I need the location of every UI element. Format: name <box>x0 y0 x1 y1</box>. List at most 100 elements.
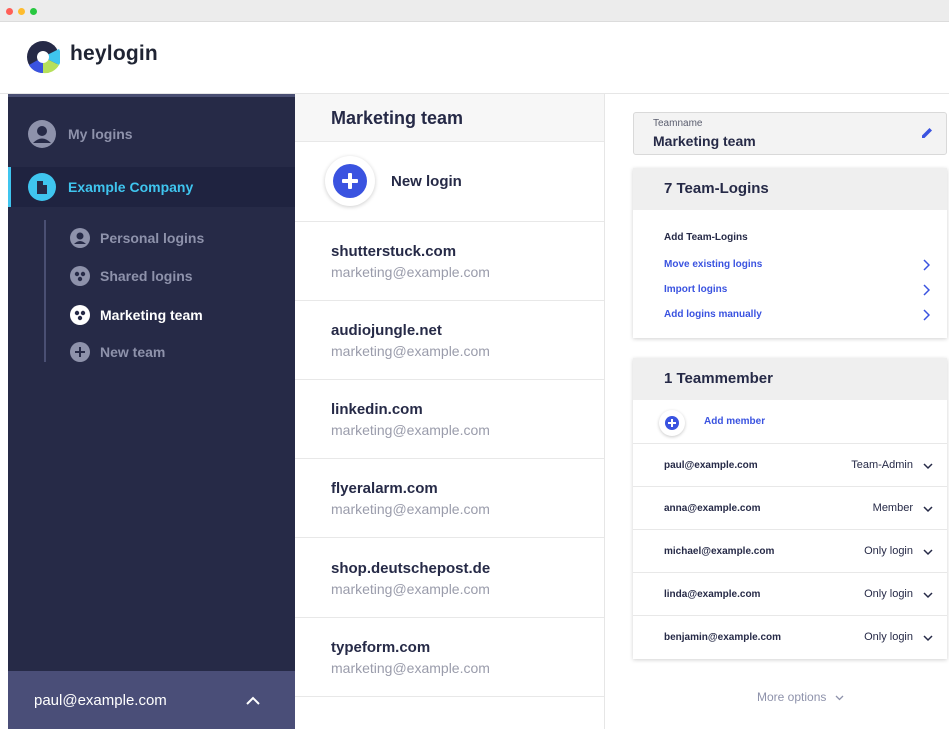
login-list-item[interactable]: flyeralarm.com marketing@example.com <box>295 459 604 538</box>
link-label: Move existing logins <box>664 259 763 270</box>
sidebar-item-label: New team <box>100 344 166 360</box>
login-domain: linkedin.com <box>331 401 423 418</box>
chevron-down-icon[interactable] <box>923 635 933 642</box>
brand-name: heylogin <box>70 42 158 65</box>
edit-pencil-icon[interactable] <box>920 126 934 140</box>
chevron-right-icon <box>923 284 930 296</box>
member-email: linda@example.com <box>664 589 761 600</box>
login-domain: typeform.com <box>331 639 431 656</box>
member-email: anna@example.com <box>664 503 761 514</box>
add-member-button[interactable]: Add member <box>633 400 947 444</box>
group-icon <box>70 305 90 325</box>
sidebar-item-personal-logins[interactable]: Personal logins <box>70 226 204 250</box>
sidebar-item-example-company[interactable]: Example Company <box>8 167 295 207</box>
chevron-down-icon[interactable] <box>923 506 933 513</box>
chevron-right-icon <box>923 309 930 321</box>
add-logins-manually-link[interactable]: Add logins manually <box>664 309 930 327</box>
member-email: michael@example.com <box>664 546 775 557</box>
sidebar-item-label: Shared logins <box>100 268 193 284</box>
chevron-down-icon <box>835 695 844 701</box>
plus-icon <box>333 164 367 198</box>
more-options-label: More options <box>757 690 827 704</box>
page-title: Marketing team <box>295 94 604 142</box>
import-logins-link[interactable]: Import logins <box>664 284 930 302</box>
app-window: heylogin My logins Example Company Perso… <box>0 0 949 729</box>
chevron-up-icon[interactable] <box>245 693 261 707</box>
login-list-item[interactable]: shop.deutschepost.de marketing@example.c… <box>295 539 604 618</box>
sidebar-item-label: Example Company <box>68 179 194 195</box>
login-username: marketing@example.com <box>331 581 490 597</box>
sidebar-top-divider <box>8 94 295 97</box>
teamname-field[interactable]: Teamname Marketing team <box>633 112 947 155</box>
chevron-down-icon[interactable] <box>923 549 933 556</box>
user-icon <box>70 228 90 248</box>
sidebar-item-my-logins[interactable]: My logins <box>8 114 295 154</box>
login-domain: shutterstuck.com <box>331 243 457 260</box>
login-username: marketing@example.com <box>331 264 490 280</box>
user-account-bar[interactable]: paul@example.com <box>8 671 295 729</box>
sidebar-item-label: Marketing team <box>100 307 203 323</box>
member-role-select[interactable]: Team-Admin <box>851 459 913 471</box>
team-logins-heading: 7 Team-Logins <box>633 168 947 210</box>
login-list-item[interactable]: linkedin.com marketing@example.com <box>295 380 604 459</box>
chevron-down-icon[interactable] <box>923 592 933 599</box>
sidebar-item-shared-logins[interactable]: Shared logins <box>70 264 193 288</box>
group-icon <box>70 266 90 286</box>
teamname-caption: Teamname <box>653 118 703 129</box>
plus-icon <box>665 416 679 430</box>
close-window-button[interactable] <box>6 8 13 15</box>
member-row: anna@example.com Member <box>633 487 947 530</box>
new-login-label: New login <box>391 173 462 190</box>
add-member-label: Add member <box>704 416 766 427</box>
member-row: benjamin@example.com Only login <box>633 616 947 659</box>
login-username: marketing@example.com <box>331 343 490 359</box>
member-role-select[interactable]: Member <box>873 502 913 514</box>
login-domain: flyeralarm.com <box>331 480 438 497</box>
member-row: paul@example.com Team-Admin <box>633 444 947 487</box>
plus-icon <box>70 342 90 362</box>
maximize-window-button[interactable] <box>30 8 37 15</box>
add-team-logins-heading: Add Team-Logins <box>664 232 748 243</box>
login-list-item[interactable]: shutterstuck.com marketing@example.com <box>295 222 604 301</box>
login-list-item[interactable]: audiojungle.net marketing@example.com <box>295 301 604 380</box>
sidebar-item-label: My logins <box>68 126 133 142</box>
member-role-select[interactable]: Only login <box>864 545 913 557</box>
add-circle-icon <box>659 410 685 436</box>
current-user-email: paul@example.com <box>34 691 167 709</box>
link-label: Add logins manually <box>664 309 762 320</box>
window-titlebar <box>0 0 949 22</box>
minimize-window-button[interactable] <box>18 8 25 15</box>
team-logins-card: 7 Team-Logins Add Team-Logins Move exist… <box>633 168 947 338</box>
login-username: marketing@example.com <box>331 501 490 517</box>
member-email: benjamin@example.com <box>664 632 782 643</box>
chevron-down-icon[interactable] <box>923 463 933 470</box>
login-username: marketing@example.com <box>331 422 490 438</box>
login-domain: audiojungle.net <box>331 322 442 339</box>
sidebar-item-marketing-team[interactable]: Marketing team <box>70 303 203 327</box>
member-row: michael@example.com Only login <box>633 530 947 573</box>
add-circle-icon <box>325 156 375 206</box>
logins-list-panel: Marketing team New login shutterstuck.co… <box>295 94 605 729</box>
heylogin-logo-icon <box>27 41 60 74</box>
login-username: marketing@example.com <box>331 660 490 676</box>
sidebar-item-label: Personal logins <box>100 230 205 246</box>
member-role-select[interactable]: Only login <box>864 588 913 600</box>
login-list-item[interactable]: typeform.com marketing@example.com <box>295 618 604 697</box>
active-indicator <box>8 167 11 207</box>
teamname-value: Marketing team <box>653 133 756 149</box>
login-domain: shop.deutschepost.de <box>331 560 491 577</box>
move-existing-logins-link[interactable]: Move existing logins <box>664 259 930 277</box>
member-role-select[interactable]: Only login <box>864 631 913 643</box>
new-login-button[interactable]: New login <box>295 142 604 222</box>
more-options-button[interactable]: More options <box>757 690 844 704</box>
user-icon <box>28 120 56 148</box>
member-email: paul@example.com <box>664 460 758 471</box>
team-members-card: 1 Teammember Add member paul@example.com… <box>633 358 947 659</box>
team-details-panel: Teamname Marketing team 7 Team-Logins Ad… <box>605 94 949 729</box>
sidebar-item-new-team[interactable]: New team <box>70 340 165 364</box>
tree-connector-line <box>44 220 46 362</box>
building-icon <box>28 173 56 201</box>
link-label: Import logins <box>664 284 728 295</box>
app-header: heylogin <box>0 22 949 94</box>
team-members-heading: 1 Teammember <box>633 358 947 400</box>
